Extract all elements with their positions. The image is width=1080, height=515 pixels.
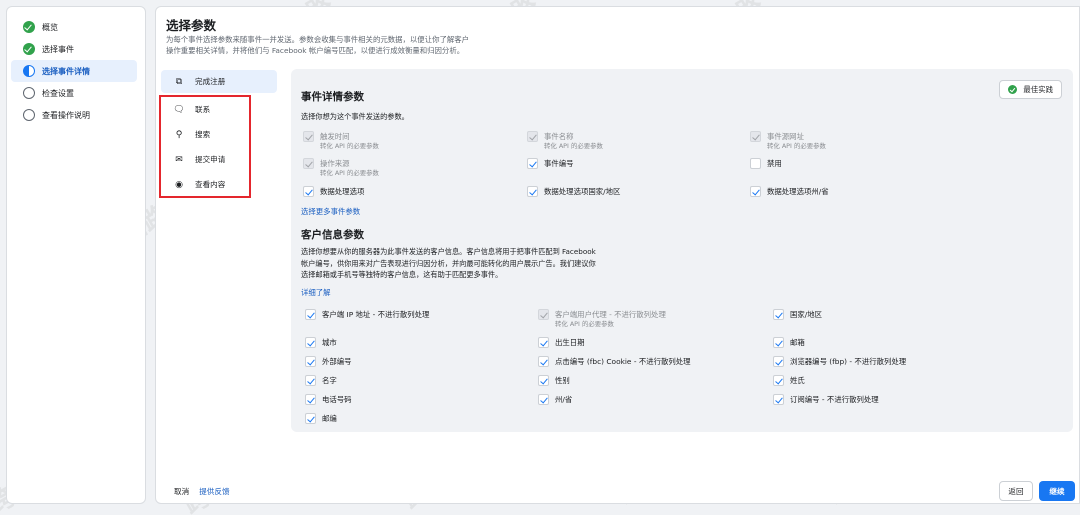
param-subscription-id[interactable]: 订阅编号 - 不进行散列处理 [773, 394, 879, 405]
best-practice-button[interactable]: 最佳实践 [999, 80, 1062, 99]
checkbox[interactable] [527, 131, 538, 142]
step-label: 选择事件 [42, 44, 74, 54]
checkbox[interactable] [303, 158, 314, 169]
main-panel: 选择参数 为每个事件选择参数来随事件一并发送。参数会收集与事件相关的元数据，以便… [155, 6, 1080, 504]
checkbox[interactable] [773, 394, 784, 405]
param-gender[interactable]: 性别 [538, 375, 570, 386]
param-event-name[interactable]: 事件名称 转化 API 的必要参数 [527, 131, 603, 150]
setup-steps-panel: 概览 选择事件 选择事件详情 检查设置 查看操作说明 [6, 6, 146, 504]
footer-left: 取消 提供反馈 [174, 486, 230, 497]
param-country[interactable]: 国家/地区 [773, 309, 822, 320]
step-view-instructions[interactable]: 查看操作说明 [11, 104, 137, 126]
more-event-params-link[interactable]: 选择更多事件参数 [301, 206, 360, 217]
event-label: 完成注册 [195, 77, 226, 86]
checkbox[interactable] [773, 309, 784, 320]
checkbox[interactable] [527, 186, 538, 197]
param-email[interactable]: 邮箱 [773, 337, 805, 348]
step-label: 概览 [42, 22, 58, 32]
param-last-name[interactable]: 姓氏 [773, 375, 805, 386]
checkbox[interactable] [305, 356, 316, 367]
checkbox[interactable] [538, 309, 549, 320]
param-first-name[interactable]: 名字 [305, 375, 337, 386]
param-event-id[interactable]: 事件编号 [527, 158, 574, 169]
param-state[interactable]: 州/省 [538, 394, 572, 405]
best-practice-label: 最佳实践 [1023, 85, 1053, 94]
param-event-source-url[interactable]: 事件源网址 转化 API 的必要参数 [750, 131, 826, 150]
checkbox[interactable] [303, 186, 314, 197]
cancel-button[interactable]: 取消 [174, 486, 189, 497]
param-client-user-agent[interactable]: 客户端用户代理 - 不进行散列处理 转化 API 的必要参数 [538, 309, 666, 328]
checkbox[interactable] [538, 356, 549, 367]
checkbox[interactable] [750, 186, 761, 197]
highlight-box [159, 95, 251, 198]
event-details-title: 事件详情参数 [301, 91, 364, 103]
param-fbp[interactable]: 浏览器编号 (fbp) - 不进行散列处理 [773, 356, 906, 367]
param-client-ip[interactable]: 客户端 IP 地址 - 不进行散列处理 [305, 309, 429, 320]
param-zip[interactable]: 邮编 [305, 413, 337, 424]
step-overview[interactable]: 概览 [11, 16, 137, 38]
customer-info-title: 客户信息参数 [301, 229, 364, 241]
param-opt-out[interactable]: 禁用 [750, 158, 782, 169]
half-circle-icon [23, 65, 35, 77]
param-dpo-state[interactable]: 数据处理选项州/省 [750, 186, 829, 197]
register-icon: ⧉ [175, 76, 183, 87]
param-date-of-birth[interactable]: 出生日期 [538, 337, 585, 348]
checkbox[interactable] [773, 375, 784, 386]
checkbox[interactable] [305, 309, 316, 320]
back-button[interactable]: 返回 [999, 481, 1033, 501]
check-circle-icon [23, 43, 35, 55]
checkbox[interactable] [538, 394, 549, 405]
step-label: 查看操作说明 [42, 110, 90, 120]
empty-circle-icon [23, 109, 35, 121]
customer-info-desc: 选择你想要从你的服务器为此事件发送的客户信息。客户信息将用于把事件匹配到 Fac… [301, 247, 596, 279]
checkbox[interactable] [773, 356, 784, 367]
empty-circle-icon [23, 87, 35, 99]
checkbox[interactable] [538, 375, 549, 386]
check-circle-icon [23, 21, 35, 33]
checkbox[interactable] [305, 413, 316, 424]
param-action-source[interactable]: 操作来源 转化 API 的必要参数 [303, 158, 379, 177]
param-phone[interactable]: 电话号码 [305, 394, 352, 405]
page-title: 选择参数 [166, 18, 217, 33]
page-description: 为每个事件选择参数来随事件一并发送。参数会收集与事件相关的元数据，以便让你了解客… [166, 35, 470, 55]
event-item-complete-registration[interactable]: ⧉ 完成注册 [161, 70, 277, 93]
checkbox[interactable] [538, 337, 549, 348]
checkbox[interactable] [750, 158, 761, 169]
checkbox[interactable] [305, 337, 316, 348]
param-city[interactable]: 城市 [305, 337, 337, 348]
param-dpo-country[interactable]: 数据处理选项国家/地区 [527, 186, 620, 197]
param-data-processing-options[interactable]: 数据处理选项 [303, 186, 364, 197]
step-review-settings[interactable]: 检查设置 [11, 82, 137, 104]
checkbox[interactable] [773, 337, 784, 348]
check-circle-icon [1008, 85, 1018, 94]
learn-more-link[interactable]: 详细了解 [301, 287, 331, 298]
checkbox[interactable] [303, 131, 314, 142]
param-fbc[interactable]: 点击编号 (fbc) Cookie - 不进行散列处理 [538, 356, 691, 367]
event-details-desc: 选择你想为这个事件发送的参数。 [301, 112, 409, 121]
step-event-details[interactable]: 选择事件详情 [11, 60, 137, 82]
param-external-id[interactable]: 外部编号 [305, 356, 352, 367]
checkbox[interactable] [527, 158, 538, 169]
checkbox[interactable] [305, 394, 316, 405]
continue-button[interactable]: 继续 [1039, 481, 1075, 501]
step-label: 选择事件详情 [42, 66, 90, 76]
step-label: 检查设置 [42, 88, 74, 98]
checkbox[interactable] [750, 131, 761, 142]
feedback-link[interactable]: 提供反馈 [199, 486, 229, 497]
checkbox[interactable] [305, 375, 316, 386]
step-select-events[interactable]: 选择事件 [11, 38, 137, 60]
param-trigger-time[interactable]: 触发时间 转化 API 的必要参数 [303, 131, 379, 150]
parameters-panel: 事件详情参数 最佳实践 选择你想为这个事件发送的参数。 触发时间 转化 API 的… [291, 69, 1073, 432]
